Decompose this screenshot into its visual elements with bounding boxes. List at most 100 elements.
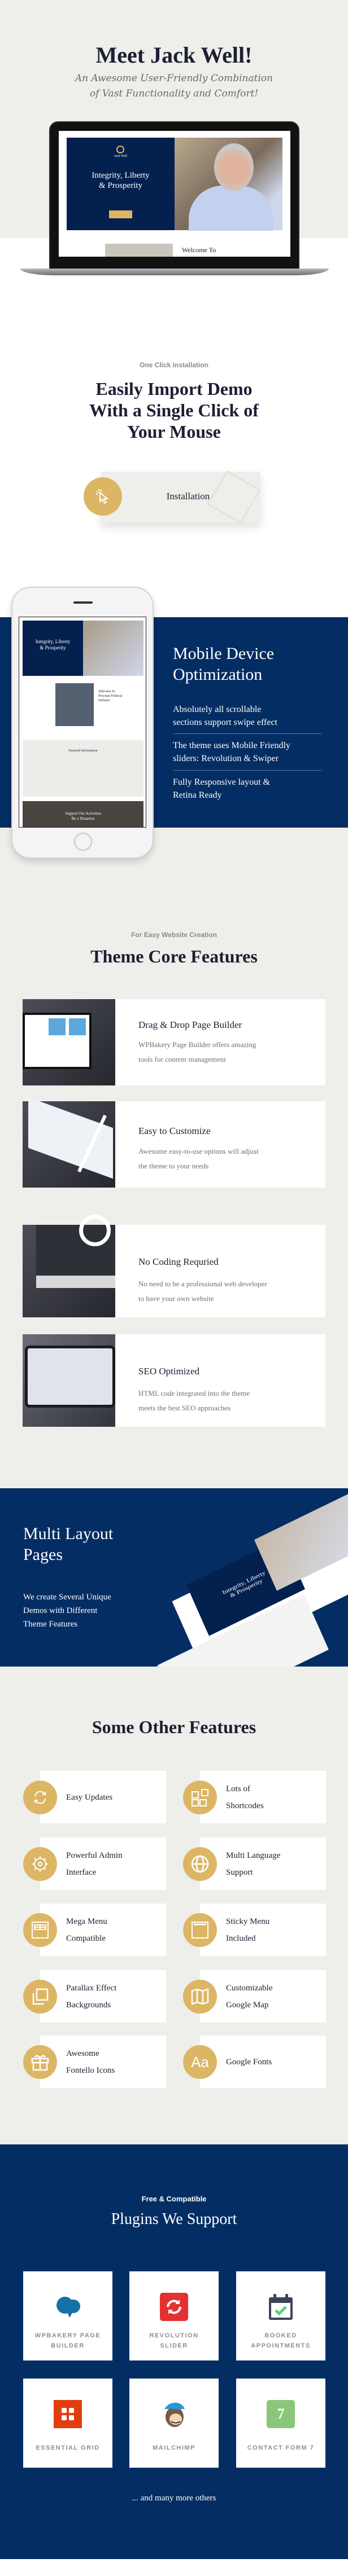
desc-line: tools for content management xyxy=(138,1055,226,1063)
mobile-item: Absolutely all scrollable sections suppo… xyxy=(173,703,321,734)
feature-description: WPBakery Page Builder offers amazing too… xyxy=(138,1038,319,1067)
widget-tile xyxy=(49,1018,66,1035)
page-builder-image xyxy=(23,999,115,1085)
label-line: Sticky Menu xyxy=(226,1916,270,1926)
item-line: Retina Ready xyxy=(173,790,222,800)
feature-card: Easy to Customize Awesome easy-to-use op… xyxy=(23,1097,325,1188)
feature-item: Lots of Shortcodes xyxy=(183,1771,326,1823)
hero-title: Meet Jack Well! xyxy=(95,42,253,68)
title-line: Pages xyxy=(23,1545,63,1564)
wpbakery-icon xyxy=(54,2293,82,2321)
title-line: Optimization xyxy=(173,665,263,684)
feature-title: SEO Optimized xyxy=(138,1366,200,1377)
plugin-label: CONTACT FORM 7 xyxy=(236,2443,325,2453)
feature-label: Awesome Fontello Icons xyxy=(66,2036,115,2088)
plugin-card: BOOKED APPOINTMENTS xyxy=(236,2271,325,2360)
headline-line: Integrity, Liberty xyxy=(92,171,150,180)
feature-label: Sticky Menu Included xyxy=(226,1904,269,1956)
feature-item: Easy Updates xyxy=(23,1771,166,1823)
feature-label: Google Fonts xyxy=(226,2036,272,2088)
desc-line: to have your own website xyxy=(138,1294,214,1303)
customize-tablet-image xyxy=(23,1097,115,1188)
label-line: Lots of xyxy=(226,1784,250,1793)
feature-label: Lots of Shortcodes xyxy=(226,1771,264,1823)
phone-screen: Integrity, Liberty & Prosperity Welcome … xyxy=(19,617,146,828)
feature-item: Multi Language Support xyxy=(183,1838,326,1890)
feature-label: Customizable Google Map xyxy=(226,1970,273,2023)
label-line: Multi Language xyxy=(226,1850,281,1860)
icon-glyph: Aa xyxy=(191,2053,209,2071)
desc-line: Awesome easy-to-use options will adjust xyxy=(138,1147,259,1155)
feature-label: Multi Language Support xyxy=(226,1838,280,1890)
portrait-shirt xyxy=(189,186,273,231)
installation-label: Installation xyxy=(166,491,210,502)
font-icon: Aa xyxy=(183,2045,217,2079)
essential-grid-icon xyxy=(54,2400,82,2428)
phone-welcome-text: Welcome To Personal Political Website! xyxy=(98,689,122,703)
headline-line: & Prosperity xyxy=(40,645,66,650)
phone-welcome-photo xyxy=(55,683,94,726)
label-line: Interface xyxy=(66,1867,97,1877)
featured-heading: Featured Information xyxy=(68,749,98,753)
feature-card: Drag & Drop Page Builder WPBakery Page B… xyxy=(23,999,325,1085)
heading-line: With a Single Click of xyxy=(89,400,259,420)
desc-line: HTML code integrated into the theme xyxy=(138,1389,250,1397)
feature-label: Powerful Admin Interface xyxy=(66,1838,123,1890)
installation-card[interactable]: Installation xyxy=(101,470,261,524)
label-line: Mega Menu xyxy=(66,1916,107,1926)
phone-home-button xyxy=(74,833,92,851)
mockup-learn-more-button[interactable] xyxy=(109,210,132,218)
widget-tile xyxy=(69,1018,86,1035)
desc-line: We create Several Unique xyxy=(23,1593,111,1602)
label-line: Fontello Icons xyxy=(66,2065,115,2075)
mailchimp-icon xyxy=(160,2400,188,2428)
seo-tablet-image xyxy=(23,1334,115,1427)
label-line: Customizable xyxy=(226,1983,273,1993)
plugins-footer: ... and many more others xyxy=(132,2494,216,2503)
desc-line: Demos with Different xyxy=(23,1606,98,1615)
label-line: Google Fonts xyxy=(226,2057,272,2067)
logo-icon xyxy=(116,146,124,153)
desc-line: the theme to your needs xyxy=(138,1162,209,1170)
feature-item: Mega Menu Compatible xyxy=(23,1904,166,1956)
multi-layout-section: Integrity, Liberty & Prosperity xyxy=(0,1488,348,1667)
hero-subtitle: An Awesome User-Friendly Combination of … xyxy=(0,71,348,102)
plugin-label: WPBAKERY PAGE BUILDER xyxy=(23,2331,112,2351)
mockup-welcome-photo xyxy=(105,244,173,257)
plugins-eyebrow: Free & Compatible xyxy=(141,2195,207,2203)
label-line: MAILCHIMP xyxy=(153,2445,195,2451)
mockup-portrait xyxy=(175,138,282,231)
layers-icon xyxy=(23,1980,57,2014)
portrait-face xyxy=(214,143,254,191)
plugin-card: ESSENTIAL GRID xyxy=(23,2379,112,2468)
icon-glyph: 7 xyxy=(277,2406,285,2422)
plugin-card: 7 CONTACT FORM 7 xyxy=(236,2379,325,2468)
label-line: Backgrounds xyxy=(66,2000,111,2010)
label-line: Easy Updates xyxy=(66,1792,113,1802)
feature-label: Parallax Effect Backgrounds xyxy=(66,1970,116,2023)
plugins-title: Plugins We Support xyxy=(111,2210,237,2228)
feature-description: HTML code integrated into the theme meet… xyxy=(138,1386,319,1416)
prohibited-icon xyxy=(79,1215,111,1246)
feature-item: Customizable Google Map xyxy=(183,1970,326,2023)
label-line: CONTACT FORM 7 xyxy=(247,2445,315,2451)
mockup-welcome: Welcome To xyxy=(182,246,216,254)
label-line: REVOLUTION xyxy=(149,2332,199,2339)
label-line: APPOINTMENTS xyxy=(251,2342,311,2349)
feature-item: Parallax Effect Backgrounds xyxy=(23,1970,166,2023)
shortcodes-icon xyxy=(183,1781,217,1814)
core-title: Theme Core Features xyxy=(90,946,258,966)
sticky-menu-icon xyxy=(183,1913,217,1947)
plugin-card: MAILCHIMP xyxy=(129,2379,219,2468)
plugin-label: MAILCHIMP xyxy=(129,2443,219,2453)
refresh-icon xyxy=(23,1781,57,1814)
feature-label: Easy Updates xyxy=(66,1771,112,1823)
core-eyebrow: For Easy Website Creation xyxy=(131,931,217,939)
mockup-brand: Jack Well xyxy=(114,155,128,158)
plugin-card: WPBAKERY PAGE BUILDER xyxy=(23,2271,112,2360)
plugin-label: BOOKED APPOINTMENTS xyxy=(236,2331,325,2351)
contact-form-7-icon: 7 xyxy=(267,2400,295,2428)
revolution-slider-icon xyxy=(160,2293,188,2321)
map-icon xyxy=(183,1980,217,2014)
donation-line: By a Donation xyxy=(71,816,95,821)
